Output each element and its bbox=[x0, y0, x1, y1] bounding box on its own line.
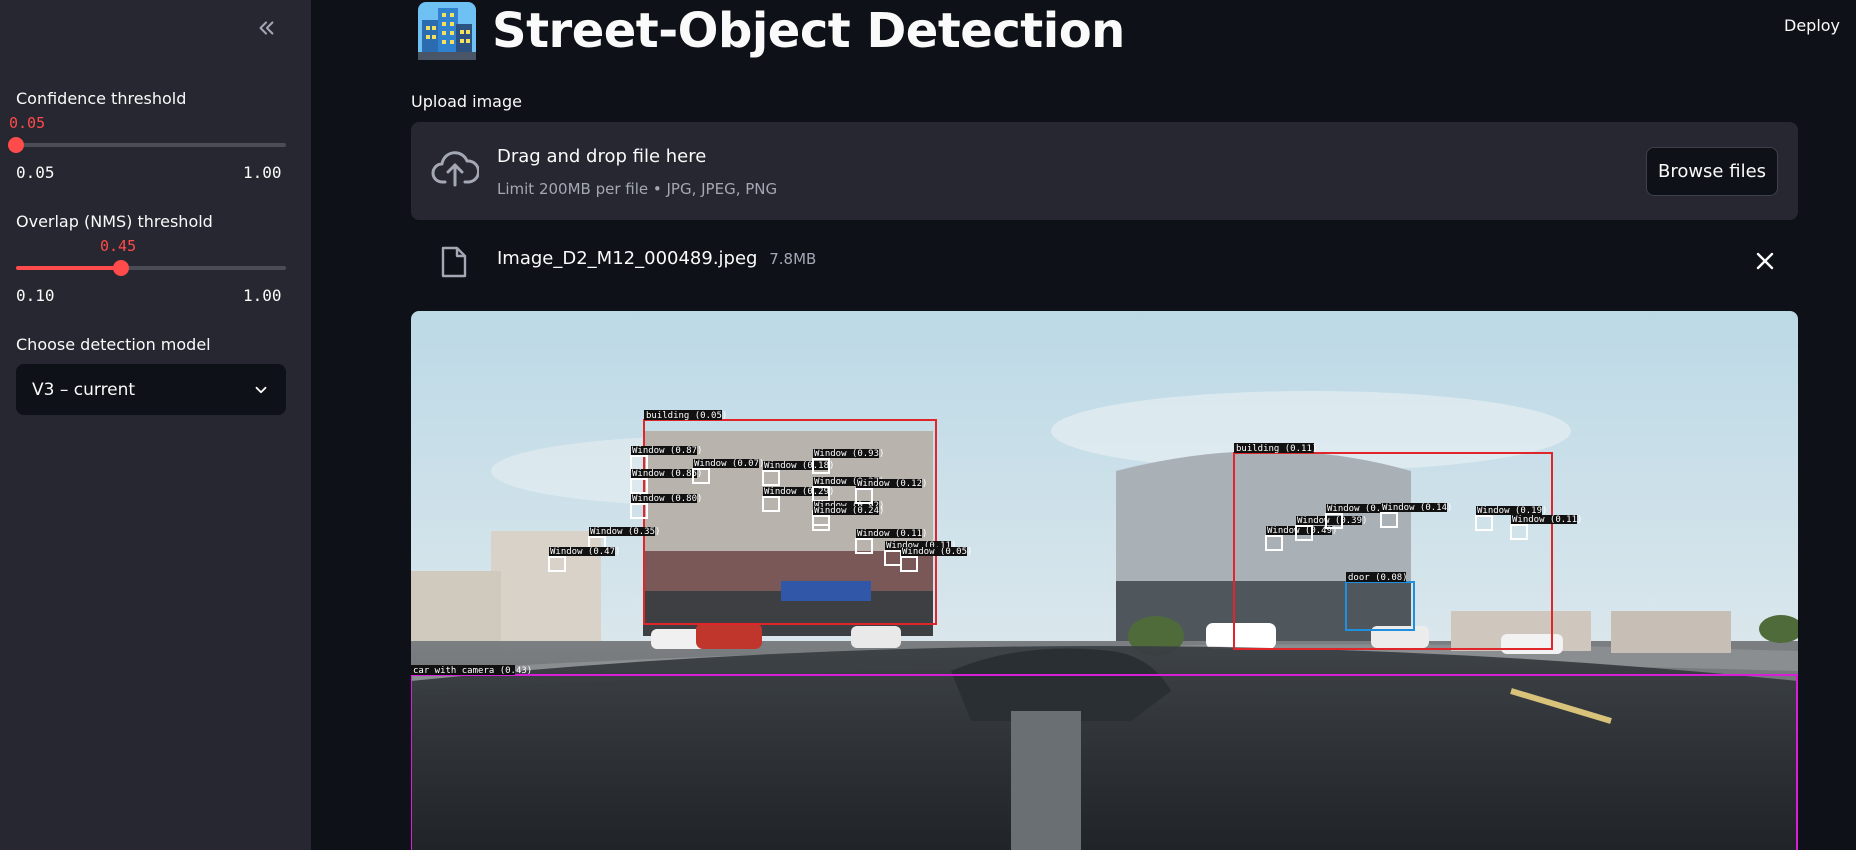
building-label: building (0.05) bbox=[646, 411, 727, 421]
window-label: Window (0.24) bbox=[814, 506, 884, 516]
file-icon bbox=[441, 246, 467, 278]
window-label: Window (0.12) bbox=[857, 479, 927, 489]
confidence-max-tick: 1.00 bbox=[243, 163, 282, 182]
model-select-label: Choose detection model bbox=[16, 335, 211, 354]
dropzone-subtitle: Limit 200MB per file • JPG, JPEG, PNG bbox=[497, 180, 778, 198]
deploy-button[interactable]: Deploy bbox=[1784, 16, 1840, 35]
window-label: Window (0.80) bbox=[632, 494, 702, 504]
nms-min-tick: 0.10 bbox=[16, 286, 55, 305]
uploaded-file-info: Image_D2_M12_000489.jpeg 7.8MB bbox=[497, 248, 816, 269]
city-buildings-emoji bbox=[418, 2, 476, 60]
chevron-down-icon bbox=[255, 386, 267, 393]
nms-threshold-label: Overlap (NMS) threshold bbox=[16, 212, 213, 231]
window-label: Window (0.87) bbox=[632, 446, 702, 456]
file-dropzone[interactable]: Drag and drop file here Limit 200MB per … bbox=[411, 122, 1798, 220]
window-label: Window (0.07) bbox=[694, 459, 764, 469]
window-label: Window (0.39) bbox=[1297, 516, 1367, 526]
window-label: Window (0.85) bbox=[632, 469, 702, 479]
nms-threshold-slider[interactable] bbox=[16, 260, 286, 276]
uploaded-file-size: 7.8MB bbox=[769, 250, 817, 268]
nms-max-tick: 1.00 bbox=[243, 286, 282, 305]
model-select[interactable]: V3 – current bbox=[16, 364, 286, 415]
upload-label: Upload image bbox=[411, 92, 522, 111]
confidence-threshold-value: 0.05 bbox=[9, 114, 46, 132]
confidence-threshold-slider[interactable] bbox=[8, 137, 286, 153]
page-title-row: Street-Object Detection bbox=[418, 2, 1125, 60]
window-label: Window (0.18) bbox=[764, 461, 834, 471]
app-window: Confidence threshold 0.05 0.05 1.00 Over… bbox=[0, 0, 1856, 850]
uploaded-file-row: Image_D2_M12_000489.jpeg 7.8MB bbox=[411, 240, 1798, 282]
confidence-slider-thumb[interactable] bbox=[8, 137, 24, 153]
window-label: Window (0.05) bbox=[902, 547, 972, 557]
window-label: Window (0.11) bbox=[1512, 515, 1582, 525]
detection-result-image: building (0.05) building (0.11) door (0.… bbox=[411, 311, 1798, 850]
window-label: Window (0.29) bbox=[764, 487, 834, 497]
nms-slider-thumb[interactable] bbox=[113, 260, 129, 276]
confidence-threshold-label: Confidence threshold bbox=[16, 89, 187, 108]
cloud-upload-icon bbox=[431, 151, 479, 187]
window-label: Window (0.47) bbox=[550, 547, 620, 557]
remove-file-icon[interactable] bbox=[1754, 250, 1776, 272]
model-select-value: V3 – current bbox=[32, 379, 136, 400]
collapse-sidebar-button[interactable] bbox=[252, 14, 280, 42]
window-label: Window (0.11) bbox=[857, 529, 927, 539]
building-label: building (0.11) bbox=[1236, 444, 1317, 454]
slider-fill bbox=[16, 266, 121, 270]
sidebar: Confidence threshold 0.05 0.05 1.00 Over… bbox=[0, 0, 311, 850]
double-chevron-left-icon bbox=[259, 21, 274, 35]
uploaded-file-name: Image_D2_M12_000489.jpeg bbox=[497, 248, 758, 269]
door-label: door (0.08) bbox=[1348, 573, 1408, 583]
window-label: Window (0.35) bbox=[590, 527, 660, 537]
page-title: Street-Object Detection bbox=[492, 3, 1125, 59]
browse-files-button[interactable]: Browse files bbox=[1646, 147, 1778, 196]
street-scene-image: building (0.05) building (0.11) door (0.… bbox=[411, 311, 1798, 850]
confidence-min-tick: 0.05 bbox=[16, 163, 55, 182]
car-with-camera-label: car with camera (0.43) bbox=[413, 666, 532, 676]
window-label: Window (0.14) bbox=[1382, 503, 1452, 513]
dropzone-title: Drag and drop file here bbox=[497, 146, 707, 167]
window-label: Window (0.93) bbox=[814, 449, 884, 459]
nms-threshold-value: 0.45 bbox=[100, 237, 137, 255]
